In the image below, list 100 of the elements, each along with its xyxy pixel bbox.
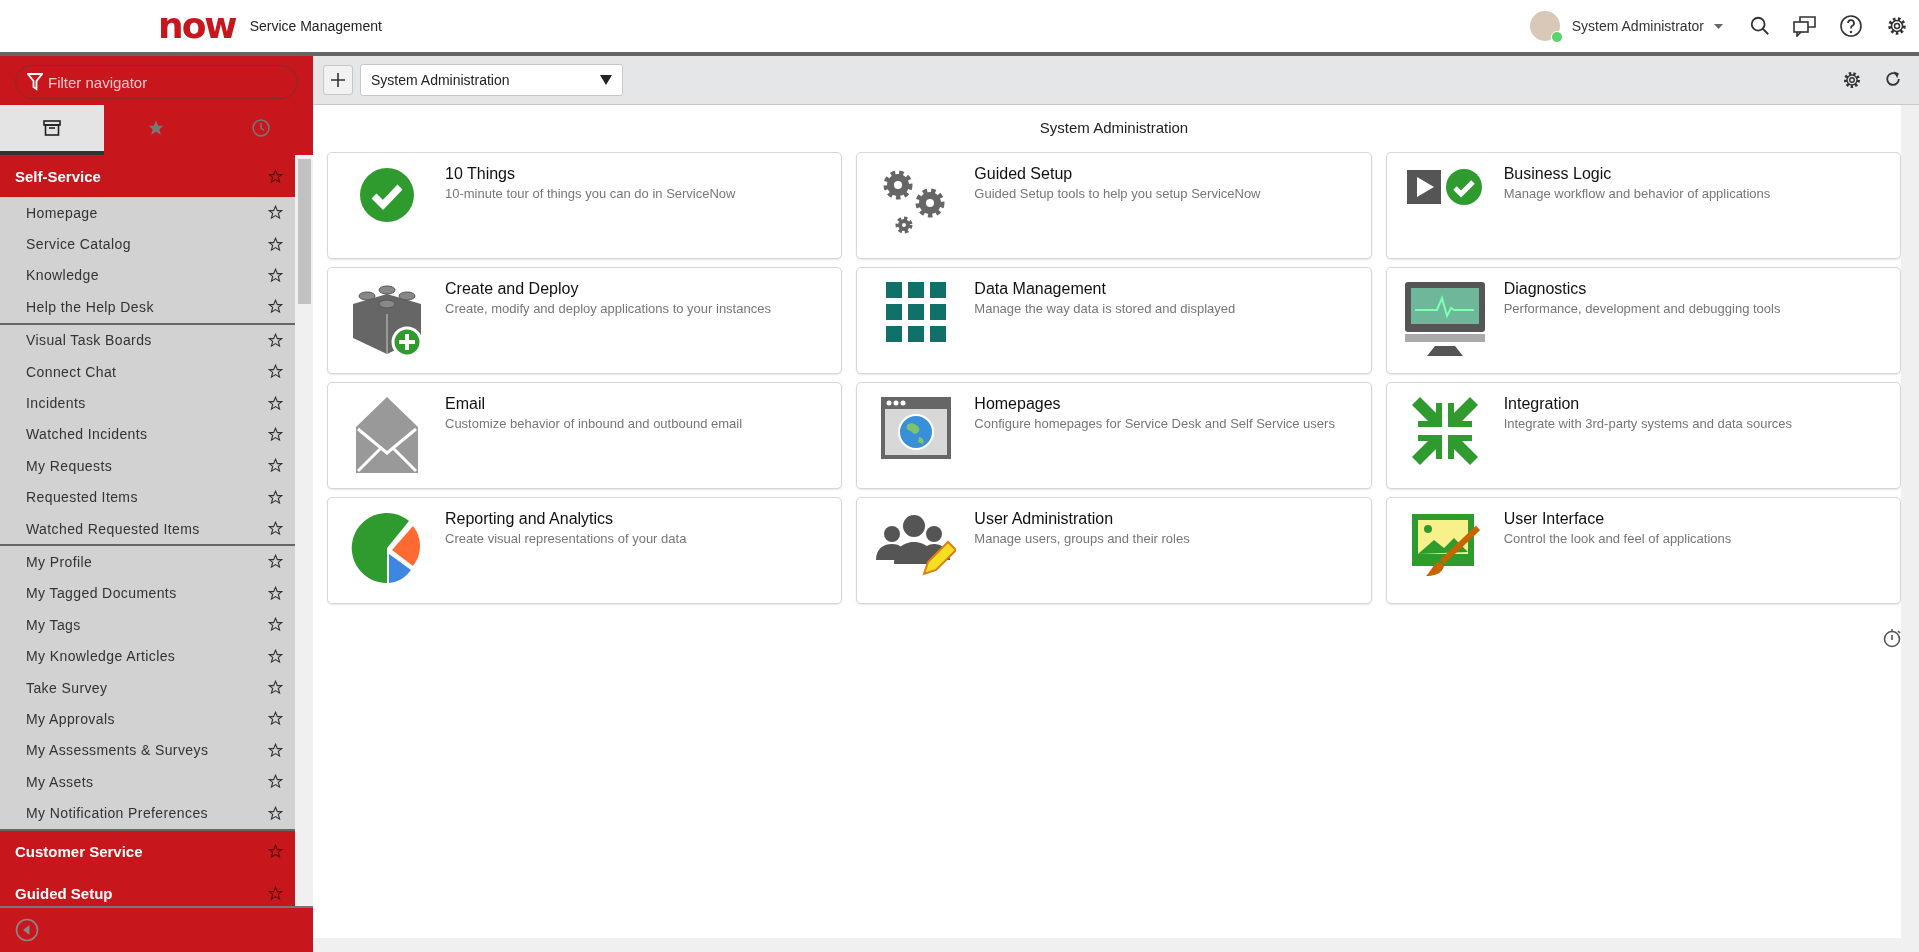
dashboard-card[interactable]: Integration Integrate with 3rd-party systems and data sources xyxy=(1385,382,1901,489)
arrows-inward-icon xyxy=(1412,397,1479,465)
settings-icon[interactable] xyxy=(1841,69,1863,91)
star-icon[interactable] xyxy=(268,680,283,696)
navigator-item[interactable]: My Assets xyxy=(26,773,94,790)
navigator-item[interactable]: Service Catalog xyxy=(26,236,131,253)
star-icon[interactable] xyxy=(268,364,283,380)
navigator-item[interactable]: Requested Items xyxy=(26,489,138,506)
navigator-item[interactable]: Homepage xyxy=(26,204,98,221)
star-icon[interactable] xyxy=(268,585,283,601)
navigator-item[interactable]: Connect Chat xyxy=(26,363,117,380)
dashboard-card[interactable]: Guided Setup Guided Setup tools to help you setup ServiceNow xyxy=(856,152,1372,259)
user-menu[interactable]: System Administrator xyxy=(1571,18,1723,34)
module-title: Customer Service xyxy=(15,843,143,861)
chat-icon[interactable] xyxy=(1793,15,1817,37)
star-icon[interactable] xyxy=(268,205,283,221)
navigator-tab[interactable] xyxy=(0,105,105,155)
navigator-item[interactable]: My Knowledge Articles xyxy=(26,648,176,665)
star-icon[interactable] xyxy=(268,617,283,633)
navigator-item[interactable]: Visual Task Boards xyxy=(26,332,152,349)
star-icon[interactable] xyxy=(268,267,283,283)
navigator-item[interactable]: My Approvals xyxy=(26,710,115,727)
dashboard-card[interactable]: Create and Deploy Create, modify and deploy applications to your instances xyxy=(327,267,843,374)
block-with-plus-icon xyxy=(350,282,423,358)
filter-field[interactable]: Filter navigator xyxy=(15,65,298,99)
star-icon[interactable] xyxy=(268,426,283,442)
star-icon[interactable] xyxy=(268,844,283,860)
scrollbar[interactable] xyxy=(295,155,313,906)
navigator-item[interactable]: My Requests xyxy=(26,457,113,474)
navigator-item[interactable]: My Tags xyxy=(26,616,81,633)
star-icon[interactable] xyxy=(268,236,283,252)
star-icon[interactable] xyxy=(268,168,283,184)
card-description: Guided Setup tools to help you setup ServiceNow xyxy=(974,186,1262,201)
card-title: Reporting and Analytics xyxy=(445,510,615,528)
settings-icon[interactable] xyxy=(1885,14,1909,38)
star-icon[interactable] xyxy=(268,648,283,664)
dashboard-card[interactable]: Email Customize behavior of inbound and outbound email xyxy=(327,382,843,489)
card-title: User Administration xyxy=(974,510,1115,528)
scrollbar[interactable] xyxy=(1901,105,1919,938)
card-title: Email xyxy=(445,395,486,413)
navigator-item[interactable]: My Tagged Documents xyxy=(26,585,177,602)
navigator-item[interactable]: My Assessments & Surveys xyxy=(26,742,209,759)
presence-dot xyxy=(1550,31,1563,43)
star-icon[interactable] xyxy=(268,711,283,727)
navigator-item[interactable]: Knowledge xyxy=(26,267,99,284)
clock-icon xyxy=(250,118,271,138)
star-icon[interactable] xyxy=(268,489,283,505)
card-description: Customize behavior of inbound and outbound email xyxy=(445,416,744,431)
dashboard-card[interactable]: Reporting and Analytics Create visual representations of your data xyxy=(327,497,843,604)
card-description: Manage workflow and behavior of applications xyxy=(1503,186,1772,201)
star-icon[interactable] xyxy=(268,521,283,537)
navigator-item[interactable]: Watched Requested Items xyxy=(26,520,200,537)
card-description: Manage users, groups and their roles xyxy=(974,531,1191,546)
card-title: Diagnostics xyxy=(1503,280,1588,298)
dashboard-card[interactable]: Diagnostics Performance, development and debugging tools xyxy=(1385,267,1901,374)
star-icon[interactable] xyxy=(268,458,283,474)
star-icon xyxy=(147,119,166,137)
card-description: Configure homepages for Service Desk and Self Service users xyxy=(974,416,1336,431)
dashboard-card[interactable]: User Administration Manage users, groups and their roles xyxy=(856,497,1372,604)
funnel-icon xyxy=(27,73,43,91)
dashboard-card[interactable]: Data Management Manage the way data is stored and displayed xyxy=(856,267,1372,374)
navigator-item[interactable]: Incidents xyxy=(26,395,86,412)
card-description: 10-minute tour of things you can do in ServiceNow xyxy=(445,186,737,201)
pie-chart-icon xyxy=(350,512,423,584)
add-button[interactable] xyxy=(323,65,353,95)
navigator-item[interactable]: My Profile xyxy=(26,554,93,570)
stopwatch-icon[interactable] xyxy=(1883,628,1901,648)
star-icon[interactable] xyxy=(268,332,283,348)
card-title: User Interface xyxy=(1503,510,1606,528)
scrollbar[interactable] xyxy=(313,938,1919,952)
navigator-item[interactable]: My Notification Preferences xyxy=(26,805,208,822)
help-icon[interactable] xyxy=(1839,14,1863,38)
check-circle-icon xyxy=(358,167,415,223)
dashboard-select[interactable]: System Administration xyxy=(360,64,623,96)
refresh-icon[interactable] xyxy=(1883,69,1903,89)
star-icon[interactable] xyxy=(268,774,283,790)
star-icon[interactable] xyxy=(268,742,283,758)
card-title: 10 Things xyxy=(445,165,516,183)
card-title: Integration xyxy=(1503,395,1581,413)
page-title: System Administration xyxy=(1038,119,1190,136)
dashboard-card[interactable]: User Interface Control the look and feel of applications xyxy=(1385,497,1901,604)
dashboard-card[interactable]: Business Logic Manage workflow and behavior of applications xyxy=(1385,152,1901,259)
card-description: Performance, development and debugging tools xyxy=(1503,301,1782,316)
card-title: Guided Setup xyxy=(974,165,1074,183)
navigator-item[interactable]: Take Survey xyxy=(26,679,108,696)
module-title: Self-Service xyxy=(15,167,101,185)
star-icon[interactable] xyxy=(268,805,283,821)
monitor-icon xyxy=(1405,282,1486,356)
star-icon[interactable] xyxy=(268,554,283,570)
product-name: Service Management xyxy=(249,18,382,34)
navigator-item[interactable]: Watched Incidents xyxy=(26,426,148,443)
star-icon[interactable] xyxy=(268,299,283,315)
star-icon[interactable] xyxy=(268,395,283,411)
search-icon[interactable] xyxy=(1749,15,1771,37)
dashboard-card[interactable]: Homepages Configure homepages for Service Desk and Self Service users xyxy=(856,382,1372,489)
navigator-item[interactable]: Help the Help Desk xyxy=(26,298,154,315)
caret-icon xyxy=(1714,23,1723,29)
caret-icon xyxy=(600,75,612,85)
star-icon[interactable] xyxy=(268,886,283,902)
dashboard-card[interactable]: 10 Things 10-minute tour of things you can do in ServiceNow xyxy=(327,152,843,259)
